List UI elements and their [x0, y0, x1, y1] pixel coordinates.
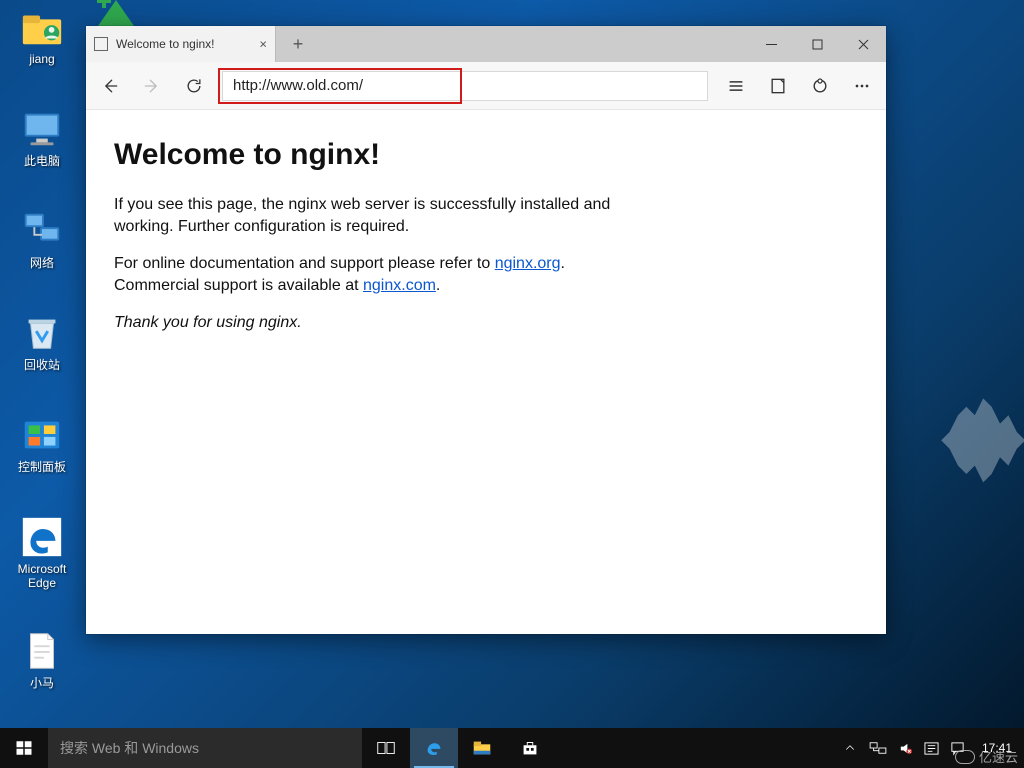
- desktop-icon-label: jiang: [29, 52, 54, 66]
- more-button[interactable]: [848, 72, 876, 100]
- arrow-left-icon: [100, 76, 120, 96]
- refresh-icon: [184, 76, 204, 96]
- page-icon: [94, 37, 108, 51]
- volume-icon: [898, 741, 913, 756]
- arrow-right-icon: [142, 76, 162, 96]
- desktop-icon-computer[interactable]: 此电脑: [8, 106, 76, 188]
- network-icon: [19, 208, 65, 254]
- lines-icon: [726, 76, 746, 96]
- control-panel-icon: [19, 412, 65, 458]
- taskbar-search[interactable]: 搜索 Web 和 Windows: [48, 728, 362, 768]
- page-paragraph: If you see this page, the nginx web serv…: [114, 194, 634, 237]
- text: .: [436, 277, 440, 294]
- text: For online documentation and support ple…: [114, 255, 495, 272]
- desktop-icon-label: 控制面板: [18, 460, 66, 474]
- desktop-icon-recycle-bin[interactable]: 回收站: [8, 310, 76, 392]
- folder-icon: [471, 737, 493, 759]
- tray-show-hidden[interactable]: [840, 728, 860, 768]
- page-thanks: Thank you for using nginx.: [114, 312, 634, 334]
- desktop-icon-label: 网络: [30, 256, 54, 270]
- tray-volume[interactable]: [896, 728, 916, 768]
- desktop-icon-label: 小马: [30, 676, 54, 690]
- page-heading: Welcome to nginx!: [114, 138, 858, 172]
- edge-icon: [423, 737, 445, 759]
- taskbar-app-store[interactable]: [506, 728, 554, 768]
- desktop-icon-user[interactable]: jiang: [8, 4, 76, 86]
- browser-toolbar: [86, 62, 886, 110]
- recycle-bin-icon: [19, 310, 65, 356]
- text: .: [561, 255, 565, 272]
- browser-window: Welcome to nginx! × +: [86, 26, 886, 634]
- share-icon: [810, 76, 830, 96]
- reading-list-button[interactable]: [722, 72, 750, 100]
- address-highlight-box: [218, 68, 462, 104]
- tray-ime[interactable]: [922, 728, 942, 768]
- start-button[interactable]: [0, 728, 48, 768]
- desktop-icon-textfile[interactable]: 小马: [8, 628, 76, 710]
- tray-network[interactable]: [866, 728, 890, 768]
- watermark-text: 亿速云: [979, 747, 1018, 766]
- edge-icon: [19, 514, 65, 560]
- new-tab-button[interactable]: +: [276, 26, 320, 62]
- link-nginx-org[interactable]: nginx.org: [495, 255, 561, 272]
- window-close-button[interactable]: [840, 26, 886, 62]
- share-button[interactable]: [806, 72, 834, 100]
- taskbar: 搜索 Web 和 Windows 17:41 亿速云: [0, 728, 1024, 768]
- page-content: Welcome to nginx! If you see this page, …: [86, 110, 886, 634]
- web-note-button[interactable]: [764, 72, 792, 100]
- link-nginx-com[interactable]: nginx.com: [363, 277, 436, 294]
- desktop-icon-edge[interactable]: Microsoft Edge: [8, 514, 76, 608]
- user-folder-icon: [19, 4, 65, 50]
- back-button[interactable]: [96, 72, 124, 100]
- forward-button[interactable]: [138, 72, 166, 100]
- tabbar-spacer: [320, 26, 748, 62]
- taskbar-app-edge[interactable]: [410, 728, 458, 768]
- cloud-icon: [955, 750, 975, 764]
- store-icon: [519, 737, 541, 759]
- ime-icon: [924, 741, 939, 756]
- taskbar-spacer: [554, 728, 836, 768]
- tab-active[interactable]: Welcome to nginx! ×: [86, 26, 276, 62]
- search-placeholder: 搜索 Web 和 Windows: [60, 738, 199, 758]
- page-paragraph: For online documentation and support ple…: [114, 253, 634, 296]
- computer-icon: [19, 106, 65, 152]
- notepad-file-icon: [19, 628, 65, 674]
- more-icon: [852, 76, 872, 96]
- network-tray-icon: [869, 741, 887, 755]
- desktop-icon-label: Microsoft Edge: [8, 562, 76, 590]
- desktop-icon-network[interactable]: 网络: [8, 208, 76, 290]
- taskbar-app-explorer[interactable]: [458, 728, 506, 768]
- window-minimize-button[interactable]: [748, 26, 794, 62]
- plus-icon: +: [293, 34, 304, 55]
- note-icon: [768, 76, 788, 96]
- desktop-icon-label: 此电脑: [24, 154, 60, 168]
- desktop: jiang 此电脑 网络 回收站 控制面板 Microsoft Edge 小: [8, 4, 84, 730]
- text: Commercial support is available at: [114, 277, 363, 294]
- refresh-button[interactable]: [180, 72, 208, 100]
- desktop-icon-control-panel[interactable]: 控制面板: [8, 412, 76, 494]
- close-tab-button[interactable]: ×: [259, 37, 267, 52]
- address-bar-container: [222, 71, 708, 101]
- tab-title: Welcome to nginx!: [116, 37, 215, 51]
- task-view-button[interactable]: [362, 728, 410, 768]
- window-maximize-button[interactable]: [794, 26, 840, 62]
- task-view-icon: [375, 737, 397, 759]
- watermark: 亿速云: [955, 747, 1018, 766]
- chevron-up-icon: [844, 742, 856, 754]
- desktop-icon-label: 回收站: [24, 358, 60, 372]
- windows-icon: [15, 739, 33, 757]
- tab-bar: Welcome to nginx! × +: [86, 26, 886, 62]
